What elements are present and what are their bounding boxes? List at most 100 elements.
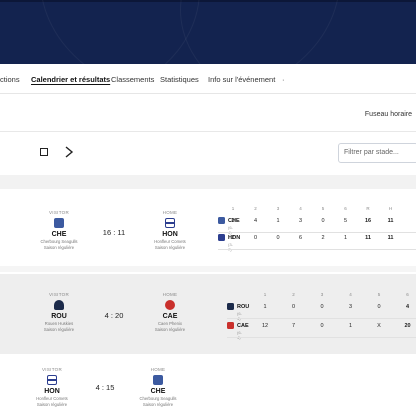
- score-cell: 4: [405, 304, 410, 310]
- score-cell: 0: [321, 218, 325, 224]
- team-logo-icon: [218, 217, 225, 224]
- team-logo-icon: [153, 375, 163, 385]
- row-team-record: (6-4): [228, 225, 233, 235]
- tab-actions[interactable]: ctions: [0, 75, 20, 84]
- team-abbr: HON: [162, 231, 178, 238]
- score-cell: 0: [320, 304, 324, 310]
- row-divider: [227, 318, 416, 319]
- score-cell: 11: [387, 235, 394, 241]
- inning-header: 1: [263, 292, 267, 297]
- score-cell: 1: [343, 235, 348, 241]
- home-tag: HOME: [162, 292, 178, 297]
- inning-header: 3: [320, 292, 324, 297]
- calendar-toolbar: Filtrer par stade...: [0, 136, 416, 172]
- score-cell: 2: [321, 235, 325, 241]
- timezone-button[interactable]: Fuseau horaire: [365, 111, 412, 118]
- row-team-record: (6-4): [237, 311, 242, 321]
- game-score: 16 : 11: [102, 228, 126, 237]
- season-type: Saison régulière: [36, 402, 68, 407]
- score-cell: 0: [377, 304, 381, 310]
- inning-header: 5: [377, 292, 381, 297]
- team-name: Honfleur Comets: [154, 239, 186, 244]
- inning-header: 4: [299, 206, 302, 211]
- game-score: 4 : 15: [95, 383, 115, 392]
- visitor-tag: VISITOR: [48, 292, 70, 297]
- calendar-icon[interactable]: [40, 148, 48, 156]
- visitor-team[interactable]: VISITOR ROU Rouen Huskies Saison réguliè…: [33, 292, 85, 332]
- game-card[interactable]: VISITOR CHE Cherbourg Seagulls Saison ré…: [0, 196, 416, 266]
- team-name: Honfleur Comets: [36, 396, 68, 401]
- score-cell: 4: [253, 218, 258, 224]
- score-cell: 2: [231, 235, 235, 241]
- score-cell: 11: [387, 218, 394, 224]
- score-cell: 20: [404, 323, 411, 329]
- inning-header: 5: [321, 206, 325, 211]
- score-cell: 1: [263, 304, 267, 310]
- row-team-record: (3-7): [228, 242, 233, 252]
- score-cell: 3: [298, 218, 303, 224]
- score-cell: 0: [291, 304, 296, 310]
- game-card[interactable]: VISITOR HON Honfleur Comets Saison régul…: [0, 360, 416, 416]
- visitor-tag: VISITOR: [48, 210, 70, 215]
- score-cell: 6: [298, 235, 303, 241]
- home-team[interactable]: HOME CAE Caen Phenix Saison régulière: [144, 292, 196, 332]
- row-divider: [227, 337, 416, 338]
- team-logo-icon: [165, 218, 175, 228]
- season-type: Saison régulière: [43, 245, 75, 250]
- filter-placeholder: Filtrer par stade...: [344, 149, 399, 156]
- game-card[interactable]: VISITOR ROU Rouen Huskies Saison réguliè…: [0, 274, 416, 354]
- team-abbr: HON: [44, 388, 60, 395]
- tab-standings[interactable]: Classements: [111, 75, 154, 84]
- inning-header: 2: [292, 292, 295, 297]
- row-team-record: (6-4): [237, 330, 242, 340]
- inning-header: 3: [276, 206, 280, 211]
- home-team[interactable]: HOME HON Honfleur Comets Saison régulièr…: [144, 210, 196, 250]
- team-name: Cherbourg Seagulls: [139, 396, 177, 401]
- tab-statistics[interactable]: Statistiques: [160, 75, 199, 84]
- team-logo-icon: [54, 218, 64, 228]
- team-logo-icon: [54, 300, 64, 310]
- visitor-team[interactable]: VISITOR HON Honfleur Comets Saison régul…: [26, 367, 78, 407]
- visitor-tag: VISITOR: [41, 367, 63, 372]
- team-abbr: ROU: [51, 313, 67, 320]
- hero-pattern: [180, 0, 416, 64]
- inning-header: 6: [406, 292, 409, 297]
- tab-event-info[interactable]: Info sur l'événement: [208, 75, 275, 84]
- team-logo-icon: [227, 303, 234, 310]
- score-cell: 5: [343, 218, 348, 224]
- team-logo-icon: [165, 300, 175, 310]
- score-cell: 1: [348, 323, 353, 329]
- home-tag: HOME: [150, 367, 166, 372]
- score-cell: 0: [276, 235, 280, 241]
- hero-banner: [0, 0, 416, 64]
- season-type: Saison régulière: [154, 245, 186, 250]
- divider: [0, 131, 416, 132]
- row-divider: [218, 232, 416, 233]
- game-score: 4 : 20: [104, 311, 124, 320]
- stadium-filter-input[interactable]: Filtrer par stade...: [338, 143, 416, 163]
- team-logo-icon: [47, 375, 57, 385]
- spacer: [0, 266, 416, 272]
- season-type: Saison régulière: [43, 327, 75, 332]
- inning-header: 1: [231, 206, 235, 211]
- tab-calendar-results[interactable]: Calendrier et résultats: [31, 75, 110, 84]
- row-divider: [218, 249, 416, 250]
- score-cell: 0: [253, 235, 258, 241]
- row-team-abbr: CAE: [237, 323, 249, 329]
- event-nav: ctions Calendrier et résultats Classemen…: [0, 64, 416, 94]
- season-type: Saison régulière: [154, 327, 186, 332]
- score-cell: 3: [231, 218, 235, 224]
- chevron-right-icon[interactable]: [63, 145, 75, 159]
- team-name: Cherbourg Seagulls: [40, 239, 78, 244]
- score-cell: 16: [364, 218, 372, 224]
- home-tag: HOME: [162, 210, 178, 215]
- team-abbr: CHE: [51, 231, 67, 238]
- inning-header: R: [366, 206, 370, 211]
- visitor-team[interactable]: VISITOR CHE Cherbourg Seagulls Saison ré…: [33, 210, 85, 250]
- home-team[interactable]: HOME CHE Cherbourg Seagulls Saison régul…: [132, 367, 184, 407]
- date-band: [0, 175, 416, 189]
- score-cell: 3: [348, 304, 353, 310]
- score-cell: 0: [320, 323, 324, 329]
- inning-header: 6: [344, 206, 347, 211]
- tab-more[interactable]: ·: [282, 75, 285, 84]
